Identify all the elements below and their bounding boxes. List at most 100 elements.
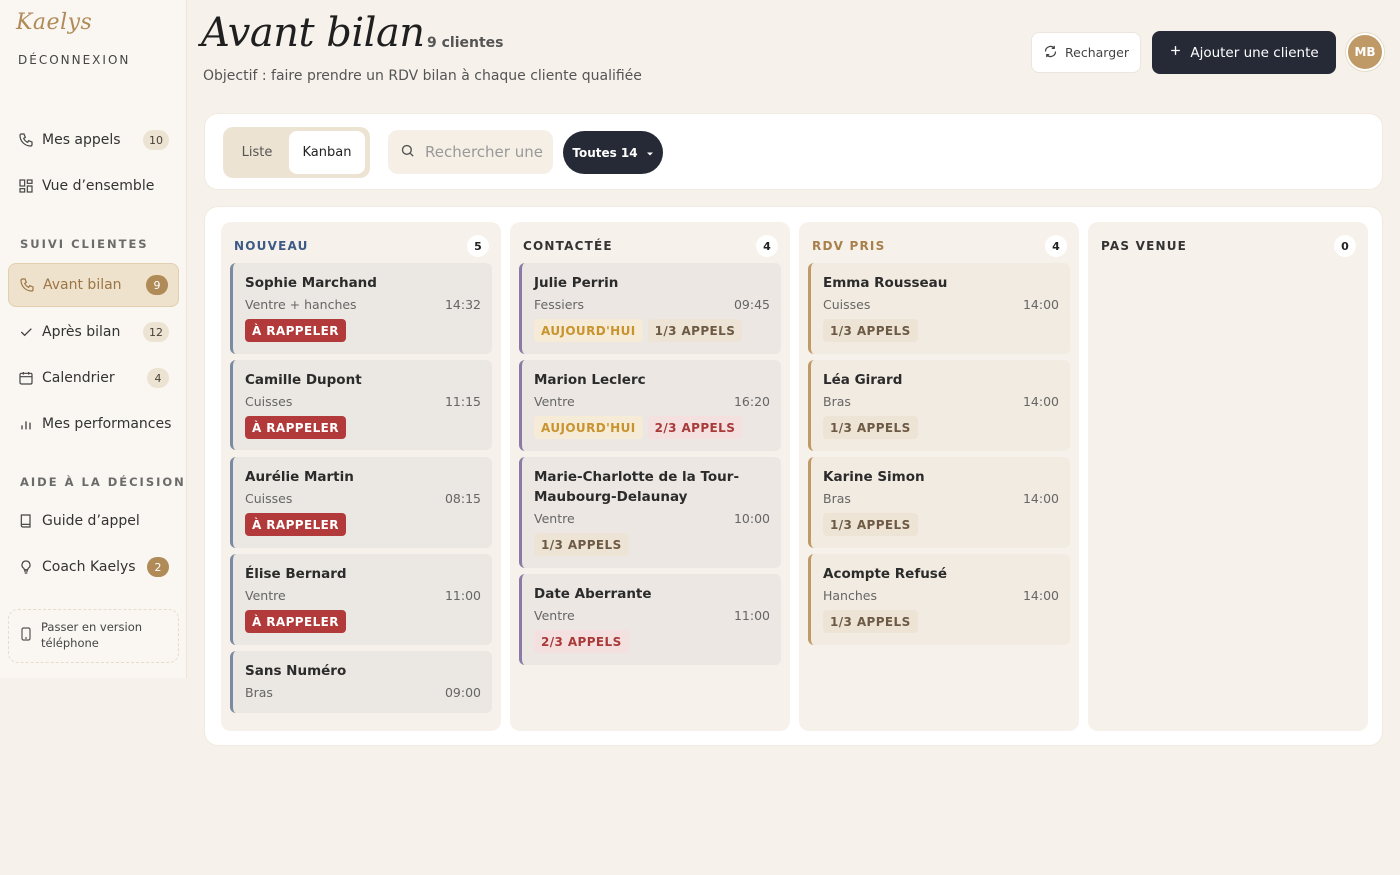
sidebar-item-performances[interactable]: Mes performances <box>8 404 179 444</box>
client-card[interactable]: Date Aberrante Ventre 11:00 2/3 APPELS <box>519 574 781 665</box>
book-icon <box>18 513 34 529</box>
client-card[interactable]: Sophie Marchand Ventre + hanches 14:32 À … <box>230 263 492 354</box>
logo: Kaelys <box>16 10 93 35</box>
client-time: 14:32 <box>444 297 481 312</box>
reload-button[interactable]: Recharger <box>1031 32 1141 73</box>
tag-appels: 1/3 APPELS <box>823 513 918 536</box>
column-count: 4 <box>1045 235 1067 257</box>
client-zone: Cuisses <box>823 297 871 312</box>
client-name: Date Aberrante <box>534 586 652 602</box>
phone-icon <box>19 277 35 293</box>
client-name: Sophie Marchand <box>245 275 377 291</box>
tag-aujourdhui: AUJOURD'HUI <box>534 319 643 342</box>
sidebar-item-coach[interactable]: Coach Kaelys 2 <box>8 547 179 587</box>
count-badge: 9 <box>146 275 168 295</box>
phone-mode-label: Passer en version téléphone <box>41 620 143 650</box>
section-title-suivi: SUIVI CLIENTES <box>20 237 149 251</box>
client-card[interactable]: Emma Rousseau Cuisses 14:00 1/3 APPELS <box>808 263 1070 354</box>
search-box[interactable] <box>388 130 553 174</box>
page-title: Avant bilan <box>201 10 425 56</box>
refresh-icon <box>1043 44 1058 62</box>
client-zone: Bras <box>823 491 851 506</box>
chevron-down-icon <box>646 146 654 160</box>
sidebar-item-avant-bilan[interactable]: Avant bilan 9 <box>8 263 179 307</box>
grid-icon <box>18 178 34 194</box>
view-kanban-button[interactable]: Kanban <box>289 131 365 174</box>
client-zone: Fessiers <box>534 297 585 312</box>
calendar-icon <box>18 370 34 386</box>
tag-a-rappeler: À RAPPELER <box>245 319 346 342</box>
client-name: Aurélie Martin <box>245 469 354 485</box>
client-time: 11:00 <box>444 588 481 603</box>
add-client-label: Ajouter une cliente <box>1190 44 1319 61</box>
count-badge: 12 <box>143 322 169 342</box>
sidebar-item-vue-ensemble[interactable]: Vue d’ensemble <box>8 166 179 206</box>
sidebar-item-guide[interactable]: Guide d’appel <box>8 501 179 541</box>
client-name: Emma Rousseau <box>823 275 948 291</box>
client-card[interactable]: Marie-Charlotte de la Tour-Maubourg-Dela… <box>519 457 781 568</box>
client-card[interactable]: Marion Leclerc Ventre 16:20 AUJOURD'HUI 2… <box>519 360 781 451</box>
phone-mode-button[interactable]: Passer en version téléphone <box>8 609 179 663</box>
lightbulb-icon <box>18 559 34 575</box>
page-subtitle: Objectif : faire prendre un RDV bilan à … <box>203 68 642 84</box>
tag-appels: 1/3 APPELS <box>647 319 743 342</box>
client-time: 11:15 <box>444 394 481 409</box>
sidebar-item-mes-appels[interactable]: Mes appels 10 <box>8 120 179 160</box>
client-card[interactable]: Aurélie Martin Cuisses 08:15 À RAPPELER <box>230 457 492 548</box>
client-zone: Ventre <box>245 588 286 603</box>
section-title-aide: AIDE À LA DÉCISION <box>20 475 186 489</box>
smartphone-icon <box>21 627 31 646</box>
client-zone: Bras <box>823 394 851 409</box>
client-name: Sans Numéro <box>245 663 347 679</box>
avatar[interactable]: MB <box>1346 33 1384 71</box>
tag-appels: 2/3 APPELS <box>647 416 743 439</box>
sidebar-item-label: Avant bilan <box>43 277 122 293</box>
client-name: Julie Perrin <box>534 275 619 291</box>
client-zone: Hanches <box>823 588 877 603</box>
client-zone: Cuisses <box>245 491 293 506</box>
client-time: 16:20 <box>733 394 770 409</box>
client-name: Camille Dupont <box>245 372 362 388</box>
search-input[interactable] <box>425 143 545 161</box>
check-icon <box>18 324 34 340</box>
tag-appels: 1/3 APPELS <box>823 610 918 633</box>
client-card[interactable]: Acompte Refusé Hanches 14:00 1/3 APPELS <box>808 554 1070 645</box>
client-time: 10:00 <box>733 511 770 526</box>
tag-a-rappeler: À RAPPELER <box>245 513 346 536</box>
client-card[interactable]: Élise Bernard Ventre 11:00 À RAPPELER <box>230 554 492 645</box>
column-title: CONTACTÉE <box>523 239 613 253</box>
client-card[interactable]: Sans Numéro Bras 09:00 <box>230 651 492 713</box>
count-badge: 2 <box>147 557 169 577</box>
column-count: 5 <box>467 235 489 257</box>
filter-label: Toutes 14 <box>572 145 638 160</box>
client-zone: Ventre <box>534 511 575 526</box>
phone-icon <box>18 132 34 148</box>
bar-chart-icon <box>18 416 34 432</box>
client-card[interactable]: Léa Girard Bras 14:00 1/3 APPELS <box>808 360 1070 451</box>
client-time: 08:15 <box>444 491 481 506</box>
client-name: Léa Girard <box>823 372 903 388</box>
sidebar-item-apres-bilan[interactable]: Après bilan 12 <box>8 312 179 352</box>
sidebar: Kaelys DÉCONNEXION Mes appels 10 Vue d’e… <box>0 0 187 678</box>
logout-link[interactable]: DÉCONNEXION <box>18 53 130 67</box>
column-title: NOUVEAU <box>234 239 309 253</box>
client-card[interactable]: Camille Dupont Cuisses 11:15 À RAPPELER <box>230 360 492 450</box>
client-card[interactable]: Karine Simon Bras 14:00 1/3 APPELS <box>808 457 1070 548</box>
client-name: Acompte Refusé <box>823 566 947 582</box>
client-card[interactable]: Julie Perrin Fessiers 09:45 AUJOURD'HUI 1… <box>519 263 781 354</box>
view-liste-button[interactable]: Liste <box>227 131 287 174</box>
client-time: 11:00 <box>733 608 770 623</box>
column-rdv-pris: RDV PRIS 4 Emma Rousseau Cuisses 14:00 1/… <box>799 222 1079 731</box>
column-contactee: CONTACTÉE 4 Julie Perrin Fessiers 09:45 A… <box>510 222 790 731</box>
kanban-board: NOUVEAU 5 Sophie Marchand Ventre + hanch… <box>204 206 1383 746</box>
client-time: 14:00 <box>1022 588 1059 603</box>
filter-dropdown[interactable]: Toutes 14 <box>563 131 663 174</box>
column-pas-venue: PAS VENUE 0 <box>1088 222 1368 731</box>
sidebar-item-label: Après bilan <box>42 324 121 340</box>
sidebar-item-calendrier[interactable]: Calendrier 4 <box>8 358 179 398</box>
add-client-button[interactable]: Ajouter une cliente <box>1152 31 1336 74</box>
column-title: RDV PRIS <box>812 239 886 253</box>
client-name: Marion Leclerc <box>534 372 646 388</box>
column-title: PAS VENUE <box>1101 239 1188 253</box>
tag-appels: 1/3 APPELS <box>823 416 918 439</box>
